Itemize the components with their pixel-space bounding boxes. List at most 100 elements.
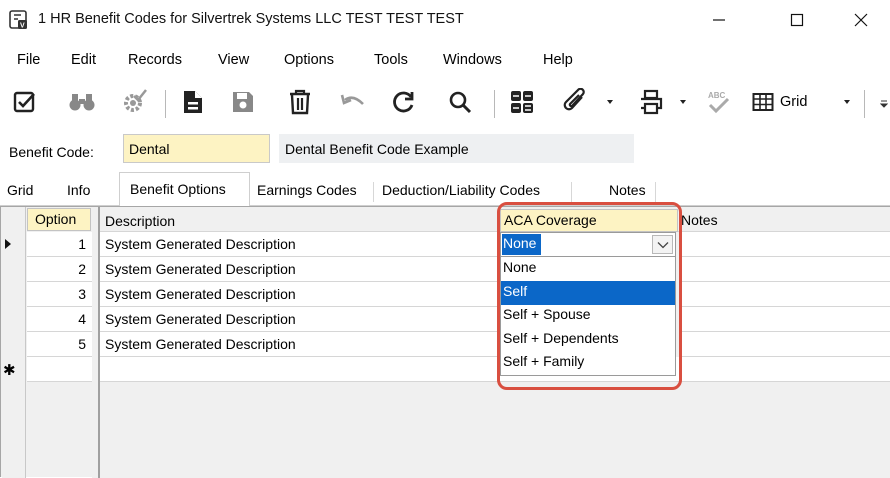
calculator-button[interactable] <box>506 86 538 118</box>
maximize-icon <box>790 13 804 27</box>
aca-option-self-family[interactable]: Self + Family <box>501 351 675 375</box>
tab-deduction-liability-codes[interactable]: Deduction/Liability Codes <box>382 173 540 205</box>
notes-cell[interactable] <box>680 232 890 257</box>
gear-check-icon <box>124 89 147 112</box>
aca-coverage-options-list: None Self Self + Spouse Self + Dependent… <box>500 257 676 376</box>
notes-cell[interactable] <box>680 257 890 282</box>
tab-notes[interactable]: Notes <box>609 173 646 205</box>
app-icon: V <box>9 10 27 30</box>
detail-columns: Description System Generated Description… <box>99 207 890 478</box>
toolbar-separator <box>864 90 865 118</box>
new-option-cell[interactable] <box>27 357 92 382</box>
paperclip-icon <box>563 88 585 111</box>
notes-cell[interactable] <box>680 307 890 332</box>
new-description-cell[interactable] <box>100 357 890 382</box>
description-cell[interactable]: System Generated Description <box>100 307 501 332</box>
tab-strip: Grid Info Benefit Options Earnings Codes… <box>0 172 890 206</box>
spellcheck-icon: ABC <box>708 91 730 114</box>
aca-coverage-column-header[interactable]: ACA Coverage <box>500 209 678 232</box>
menu-tools[interactable]: Tools <box>374 52 408 68</box>
minimize-button[interactable] <box>696 4 742 36</box>
delete-button[interactable] <box>285 86 315 118</box>
attach-dropdown[interactable] <box>603 86 617 118</box>
grid-splitter[interactable] <box>92 207 99 478</box>
menu-file[interactable]: File <box>17 52 40 68</box>
minimize-icon <box>713 19 725 21</box>
menu-bar: File Edit Records View Options Tools Win… <box>0 48 890 74</box>
tab-benefit-options[interactable]: Benefit Options <box>119 172 250 206</box>
toolbar-overflow[interactable] <box>878 86 890 118</box>
grid-view-dropdown[interactable] <box>840 86 854 118</box>
menu-help[interactable]: Help <box>543 52 573 68</box>
attach-button[interactable] <box>560 86 592 118</box>
grid-body: Option 1 2 3 4 5 ✱ Description System Ge… <box>0 206 890 478</box>
new-row-marker-icon: ✱ <box>3 362 16 379</box>
option-column-header[interactable]: Option <box>27 208 91 231</box>
spellcheck-button[interactable]: ABC <box>703 86 733 118</box>
refresh-icon <box>393 91 414 113</box>
option-cell[interactable]: 3 <box>27 282 92 307</box>
aca-option-self-spouse[interactable]: Self + Spouse <box>501 304 675 328</box>
checkmark-box-icon <box>13 91 35 113</box>
trash-icon <box>290 89 310 115</box>
document-icon <box>184 91 202 113</box>
close-button[interactable] <box>838 4 884 36</box>
aca-coverage-current-value: None <box>502 234 541 255</box>
chevron-down-icon <box>680 100 686 104</box>
tab-earnings-codes[interactable]: Earnings Codes <box>257 173 357 205</box>
description-column-header[interactable]: Description <box>105 213 175 229</box>
aca-option-self-dependents[interactable]: Self + Dependents <box>501 328 675 352</box>
menu-windows[interactable]: Windows <box>443 52 502 68</box>
option-cell[interactable]: 2 <box>27 257 92 282</box>
find-button[interactable] <box>66 86 98 118</box>
menu-edit[interactable]: Edit <box>71 52 96 68</box>
grid-icon <box>752 93 774 111</box>
benefit-code-description: Dental Benefit Code Example <box>279 134 634 163</box>
description-cell[interactable]: System Generated Description <box>100 332 501 357</box>
current-row-indicator-icon <box>5 239 11 249</box>
grid-view-button[interactable]: Grid <box>752 86 832 118</box>
process-button[interactable] <box>118 86 150 118</box>
print-button[interactable] <box>635 86 667 118</box>
new-button[interactable] <box>178 86 208 118</box>
notes-column-header[interactable]: Notes <box>681 212 718 228</box>
toolbar-separator <box>165 90 166 118</box>
description-cell[interactable]: System Generated Description <box>100 232 501 257</box>
notes-cell[interactable] <box>680 332 890 357</box>
save-button[interactable] <box>228 86 258 118</box>
aca-dropdown-toggle[interactable] <box>652 235 673 254</box>
option-cell[interactable]: 1 <box>27 232 92 257</box>
option-cell[interactable]: 4 <box>27 307 92 332</box>
title-bar: V 1 HR Benefit Codes for Silvertrek Syst… <box>0 0 890 40</box>
svg-text:V: V <box>20 23 25 30</box>
overflow-icon <box>880 100 888 108</box>
notes-cell[interactable] <box>680 282 890 307</box>
search-button[interactable] <box>445 86 475 118</box>
binoculars-icon <box>69 94 95 111</box>
description-cell[interactable]: System Generated Description <box>100 282 501 307</box>
benefit-code-label: Benefit Code: <box>9 144 94 160</box>
tab-grid[interactable]: Grid <box>7 173 33 205</box>
benefit-code-field[interactable]: Dental <box>123 134 270 163</box>
menu-view[interactable]: View <box>218 52 249 68</box>
chevron-down-icon <box>607 100 613 104</box>
option-cell[interactable]: 5 <box>27 332 92 357</box>
undo-button[interactable] <box>337 86 369 118</box>
save-icon <box>233 92 253 112</box>
menu-options[interactable]: Options <box>284 52 334 68</box>
search-icon <box>449 91 472 114</box>
aca-option-self[interactable]: Self <box>501 281 675 305</box>
print-dropdown[interactable] <box>676 86 690 118</box>
benefit-options-grid: Option 1 2 3 4 5 ✱ Description System Ge… <box>0 206 890 478</box>
description-cell[interactable]: System Generated Description <box>100 257 501 282</box>
maximize-button[interactable] <box>774 4 820 36</box>
menu-records[interactable]: Records <box>128 52 182 68</box>
aca-coverage-select[interactable]: None <box>500 232 676 257</box>
post-button[interactable] <box>10 86 40 118</box>
refresh-button[interactable] <box>388 86 418 118</box>
tab-divider <box>571 182 572 202</box>
aca-option-none[interactable]: None <box>501 257 675 281</box>
window-title: 1 HR Benefit Codes for Silvertrek System… <box>38 11 464 27</box>
tab-info[interactable]: Info <box>67 173 90 205</box>
tab-divider <box>655 182 656 202</box>
